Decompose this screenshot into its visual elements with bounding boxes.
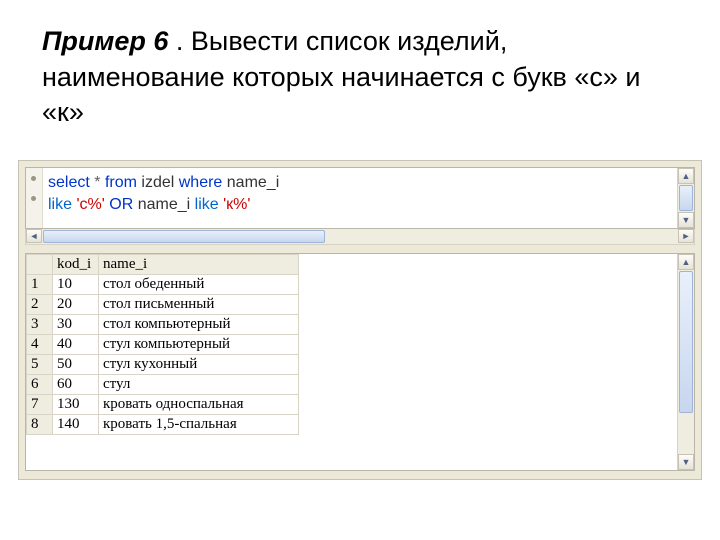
table-row[interactable]: 220стол письменный <box>27 295 299 315</box>
example-heading: Пример 6 . Вывести список изделий, наиме… <box>42 24 642 131</box>
gutter-marker-icon <box>31 176 36 181</box>
row-number-cell: 6 <box>27 375 53 395</box>
ident-column: name_i <box>138 196 190 213</box>
column-header-name[interactable]: name_i <box>99 255 299 275</box>
keyword-like: like <box>48 196 72 213</box>
keyword-or: OR <box>109 196 133 213</box>
scrollbar-thumb[interactable] <box>679 185 693 211</box>
cell-name[interactable]: стол компьютерный <box>99 315 299 335</box>
scroll-left-icon[interactable]: ◄ <box>26 229 42 243</box>
column-header-kod[interactable]: kod_i <box>53 255 99 275</box>
cell-name[interactable]: стол обеденный <box>99 275 299 295</box>
scroll-up-icon[interactable]: ▲ <box>678 254 694 270</box>
string-literal: 'к%' <box>223 196 250 213</box>
sql-editor[interactable]: select * from izdel where name_i like 'с… <box>25 167 695 229</box>
cell-kod[interactable]: 10 <box>53 275 99 295</box>
keyword-like: like <box>195 196 219 213</box>
table-row[interactable]: 8140кровать 1,5-спальная <box>27 415 299 435</box>
row-number-cell: 1 <box>27 275 53 295</box>
keyword-select: select <box>48 174 90 191</box>
cell-name[interactable]: стул <box>99 375 299 395</box>
cell-kod[interactable]: 40 <box>53 335 99 355</box>
string-literal: 'с%' <box>76 196 104 213</box>
scroll-right-icon[interactable]: ► <box>678 229 694 243</box>
row-number-cell: 3 <box>27 315 53 335</box>
scrollbar-thumb[interactable] <box>43 230 325 243</box>
table-header-row: kod_i name_i <box>27 255 299 275</box>
sql-gutter <box>26 168 43 228</box>
result-table[interactable]: kod_i name_i 110стол обеденный220стол пи… <box>26 254 299 435</box>
table-row[interactable]: 7130кровать односпальная <box>27 395 299 415</box>
cell-kod[interactable]: 60 <box>53 375 99 395</box>
db-client-window: select * from izdel where name_i like 'с… <box>18 160 702 480</box>
gutter-marker-icon <box>31 196 36 201</box>
sql-text[interactable]: select * from izdel where name_i like 'с… <box>48 172 279 216</box>
sql-horizontal-scrollbar[interactable]: ◄ ► <box>25 229 695 245</box>
heading-label: Пример 6 <box>42 26 168 56</box>
cell-name[interactable]: кровать односпальная <box>99 395 299 415</box>
row-header-blank <box>27 255 53 275</box>
ident-column: name_i <box>227 174 279 191</box>
cell-kod[interactable]: 130 <box>53 395 99 415</box>
cell-kod[interactable]: 20 <box>53 295 99 315</box>
row-number-cell: 7 <box>27 395 53 415</box>
row-number-cell: 2 <box>27 295 53 315</box>
operator-star: * <box>94 174 100 191</box>
table-row[interactable]: 440стул компьютерный <box>27 335 299 355</box>
table-row[interactable]: 550стул кухонный <box>27 355 299 375</box>
cell-name[interactable]: стул кухонный <box>99 355 299 375</box>
cell-kod[interactable]: 30 <box>53 315 99 335</box>
row-number-cell: 4 <box>27 335 53 355</box>
row-number-cell: 5 <box>27 355 53 375</box>
grid-vertical-scrollbar[interactable]: ▲ ▼ <box>677 254 694 470</box>
keyword-from: from <box>105 174 137 191</box>
keyword-where: where <box>179 174 223 191</box>
sql-line: select * from izdel where name_i <box>48 172 279 194</box>
cell-name[interactable]: кровать 1,5-спальная <box>99 415 299 435</box>
cell-name[interactable]: стул компьютерный <box>99 335 299 355</box>
scrollbar-thumb[interactable] <box>679 271 693 413</box>
scroll-down-icon[interactable]: ▼ <box>678 454 694 470</box>
result-grid: kod_i name_i 110стол обеденный220стол пи… <box>25 253 695 471</box>
cell-name[interactable]: стол письменный <box>99 295 299 315</box>
sql-line: like 'с%' OR name_i like 'к%' <box>48 194 279 216</box>
ident-table: izdel <box>141 174 174 191</box>
table-row[interactable]: 110стол обеденный <box>27 275 299 295</box>
table-row[interactable]: 330стол компьютерный <box>27 315 299 335</box>
sql-vertical-scrollbar[interactable]: ▲ ▼ <box>677 168 694 228</box>
cell-kod[interactable]: 140 <box>53 415 99 435</box>
row-number-cell: 8 <box>27 415 53 435</box>
cell-kod[interactable]: 50 <box>53 355 99 375</box>
scroll-down-icon[interactable]: ▼ <box>678 212 694 228</box>
table-row[interactable]: 660стул <box>27 375 299 395</box>
scroll-up-icon[interactable]: ▲ <box>678 168 694 184</box>
